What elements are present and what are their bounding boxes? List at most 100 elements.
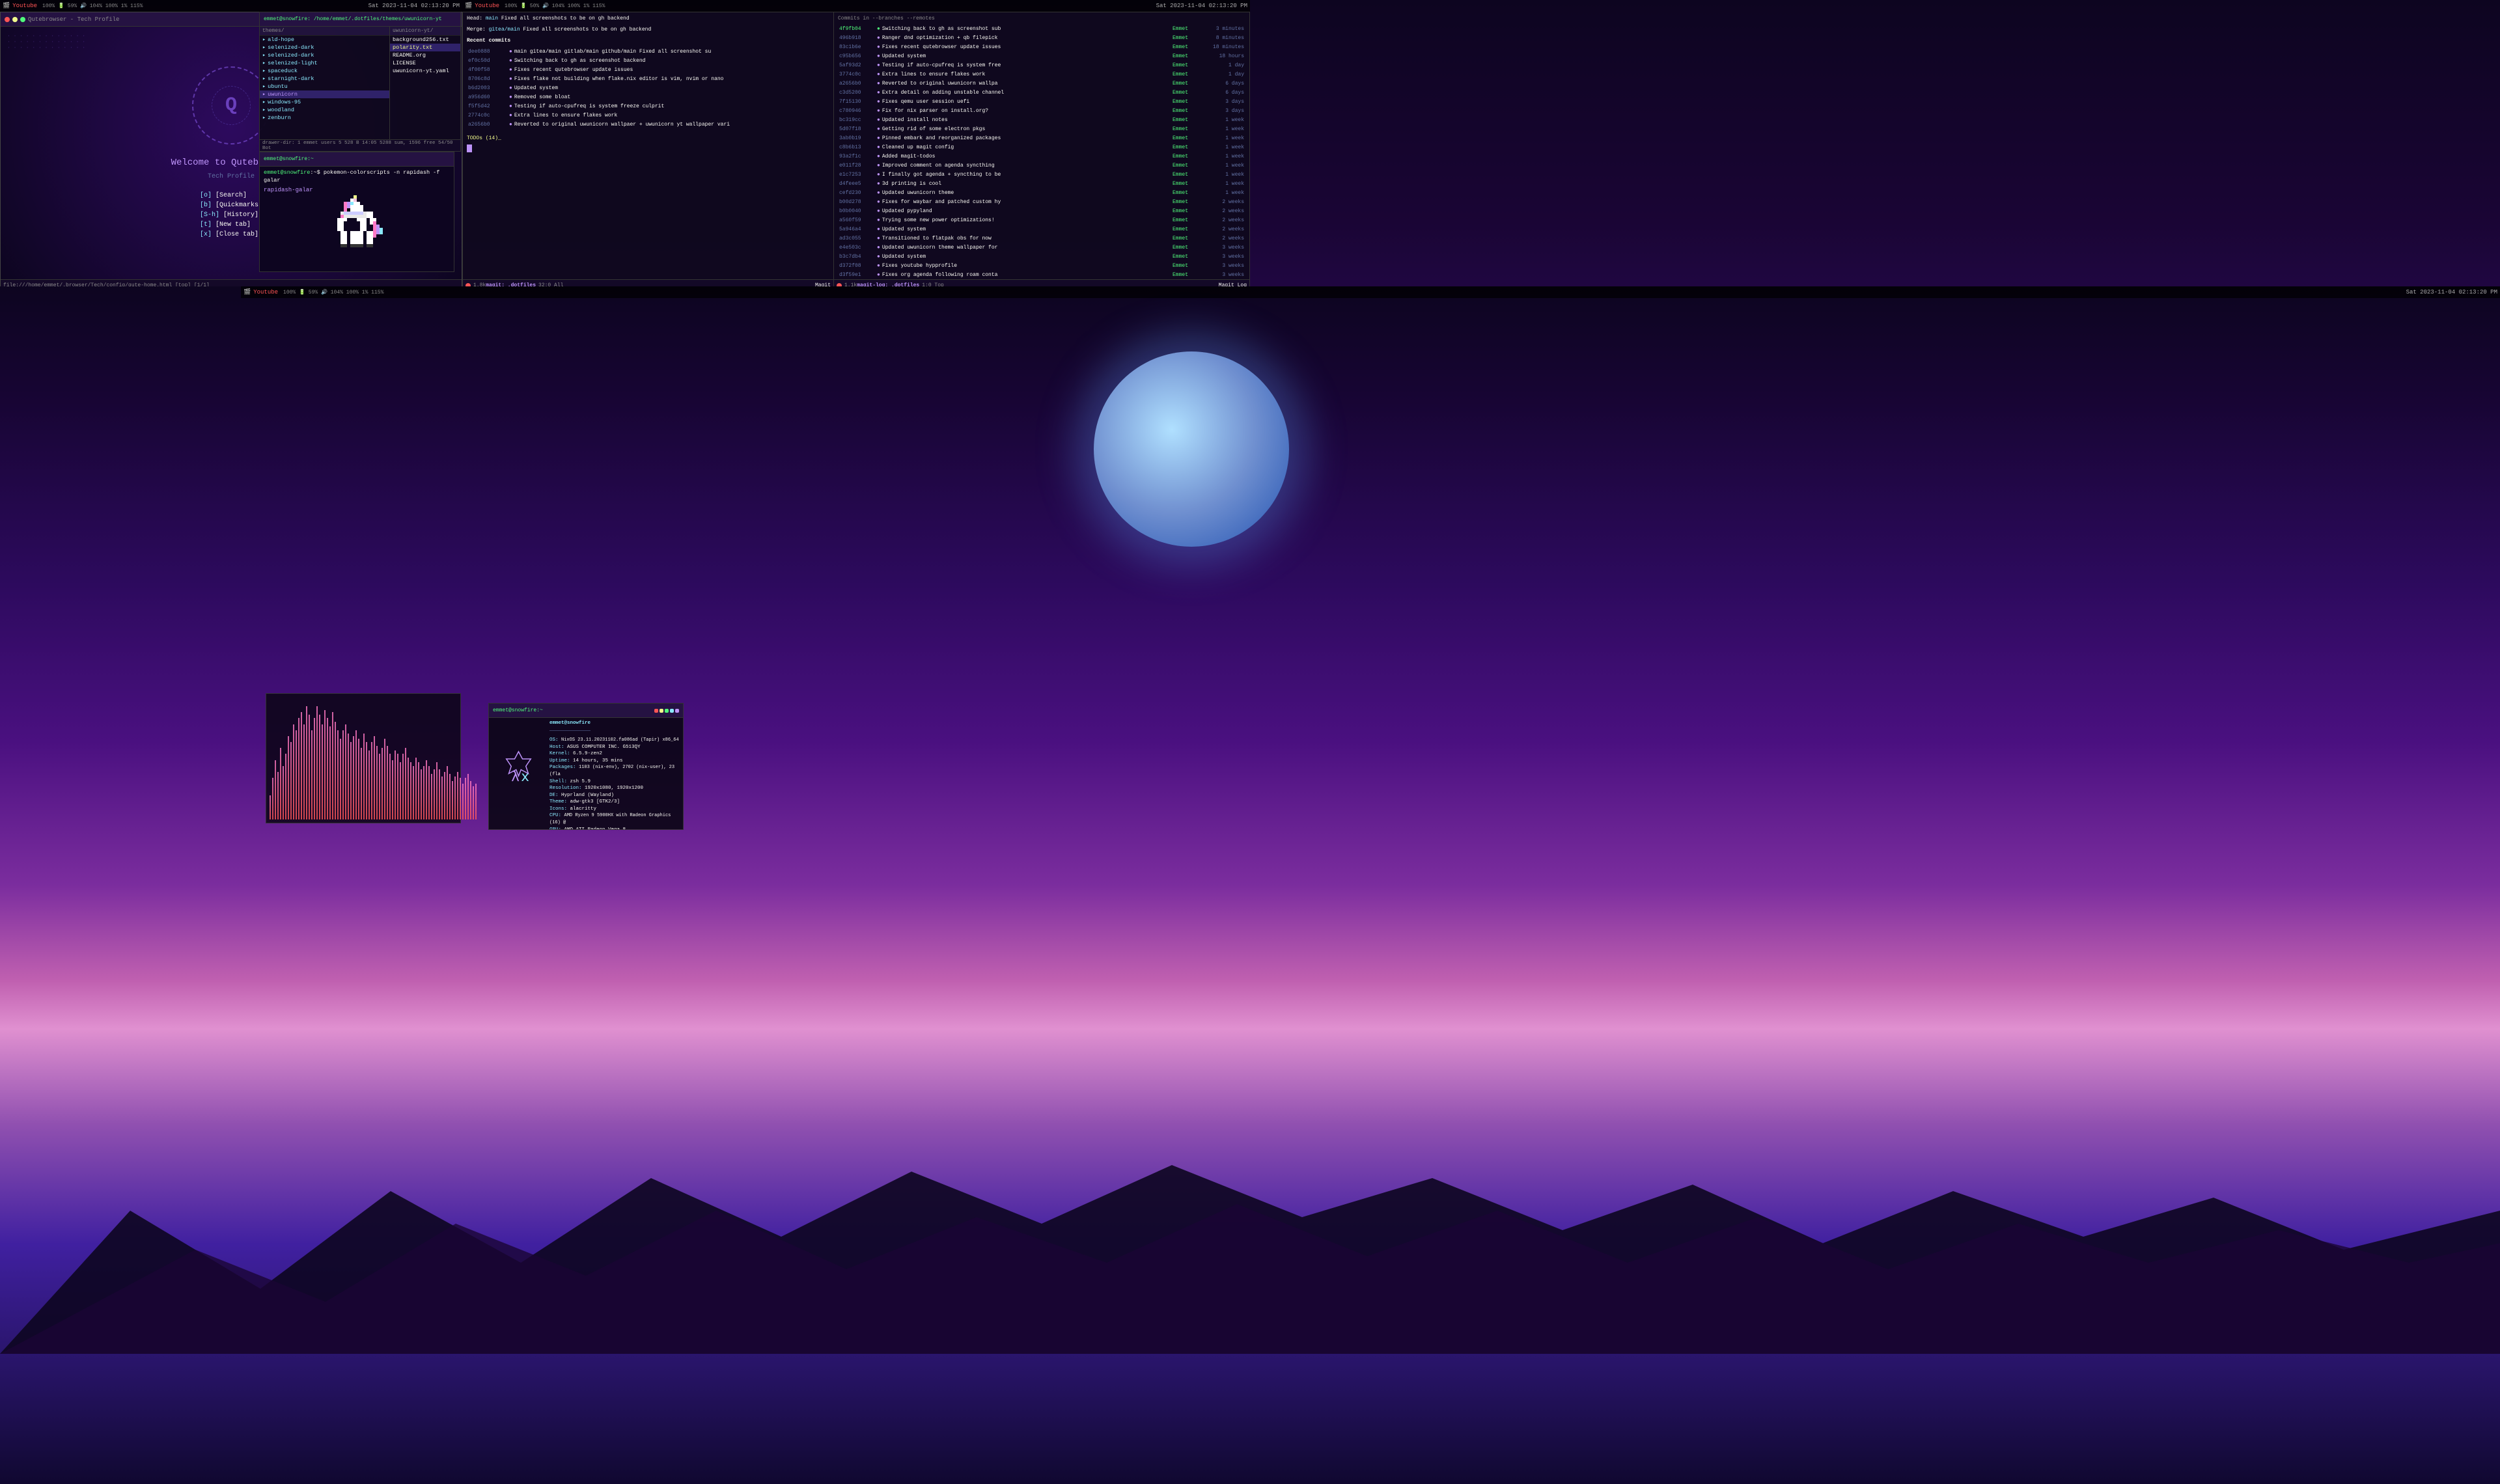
git-cursor [467, 144, 829, 155]
audio-bar [392, 760, 393, 820]
audio-bar [342, 730, 344, 819]
audio-bar [444, 772, 445, 819]
git-log-1: 4f9fb04 ● Switching back to gh as screen… [838, 25, 1245, 34]
audio-bar [348, 734, 349, 819]
git-right-panel: Commits in --branches --remotes 4f9fb04 … [834, 12, 1249, 291]
qute-menu-search[interactable]: [o] [Search] [200, 191, 262, 200]
git-commit-9: a2656b0 ● Reverted to original uwunicorn… [467, 120, 829, 130]
file-background256[interactable]: background256.txt [390, 36, 460, 44]
neofetch-kernel: Kernel: 6.5.9-zen2 [549, 750, 681, 758]
neofetch-user: emmet@snowfire [549, 720, 681, 727]
file-readme[interactable]: README.org [390, 51, 460, 59]
pokemon-window: emmet@snowfire:~ emmet@snowfire:~$ pokem… [259, 152, 454, 272]
git-log-24: ad3c055 ● Transitioned to flatpak obs fo… [838, 234, 1245, 243]
git-log-5: 5af93d2 ● Testing if auto-cpufreq is sys… [838, 61, 1245, 70]
sysbar-right-stats: 100% 🔋 50% 🔊 104% 100% 1% 115% [505, 3, 605, 9]
git-recent-header: Recent commits [467, 37, 829, 44]
audio-bar [467, 774, 469, 819]
sysbar-left-stats: 100% 🔋 59% 🔊 104% 100% 1% 115% [42, 3, 143, 9]
sysbar-left-icon: 🎬 [3, 3, 10, 9]
file-woodland[interactable]: ▸woodland [260, 106, 389, 114]
qute-menu-closetab[interactable]: [x] [Close tab] [200, 230, 262, 240]
audio-bar [376, 746, 378, 819]
file-selenized-light[interactable]: ▸selenized-light [260, 59, 389, 67]
audio-bar [441, 776, 443, 819]
audio-bar [316, 706, 318, 819]
file-spaceduck[interactable]: ▸spaceduck [260, 67, 389, 75]
close-dot[interactable] [5, 17, 10, 22]
audio-bar [457, 772, 458, 819]
files-statusbar: drawer-dir: 1 emmet users 5 528 B 14:05 … [260, 139, 460, 151]
neofetch-titlebar-text: emmet@snowfire:~ [493, 708, 654, 713]
git-log-12: 5d07f18 ● Getting rid of some electron p… [838, 125, 1245, 134]
git-log-22: a560f59 ● Trying some new power optimiza… [838, 216, 1245, 225]
files-right-panel: uwunicorn-yt/ background256.txt polarity… [390, 27, 460, 139]
file-uwunicorn[interactable]: ▸uwunicorn [260, 90, 389, 98]
git-log-11: bc319cc ● Updated install notes Emmet 1 … [838, 116, 1245, 125]
git-log-15: 93a2f1c ● Added magit-todos Emmet 1 week [838, 152, 1245, 161]
git-commit-7: f5f5d42 ● Testing if auto-cpufreq is sys… [467, 102, 829, 111]
git-commit-5: b6d2003 ● Updated system [467, 84, 829, 93]
git-head-section: Head: main Fixed all screenshots to be o… [467, 15, 829, 22]
audio-bar [410, 762, 411, 819]
audio-bar [379, 754, 380, 819]
mountains-svg [0, 1159, 2500, 1354]
qute-subtitle: Tech Profile [208, 173, 255, 180]
file-uwunicorn-yaml[interactable]: uwunicorn-yt.yaml [390, 67, 460, 75]
audio-bar [413, 766, 414, 819]
audio-bar [465, 778, 466, 819]
neofetch-dots [654, 709, 679, 713]
audio-bar [397, 754, 398, 819]
sysbar-bottom-time: Sat 2023-11-04 02:13:20 PM [2406, 289, 2497, 295]
git-merge-section: Merge: gitea/main Fixed all screenshots … [467, 26, 829, 33]
pokemon-name: rapidash-galar [264, 186, 450, 195]
qute-menu-quickmarks[interactable]: [b] [Quickmarks] [200, 200, 262, 210]
audio-bar [470, 781, 471, 819]
file-ubuntu[interactable]: ▸ubuntu [260, 83, 389, 90]
git-log-2: 496b918 ● Ranger dnd optimization + qb f… [838, 34, 1245, 43]
neofetch-resolution: Resolution: 1920x1080, 1920x1200 [549, 785, 681, 792]
neofetch-host: Host: ASUS COMPUTER INC. G513QY [549, 744, 681, 751]
file-starnight-dark[interactable]: ▸starnight-dark [260, 75, 389, 83]
git-commit-6: a956d60 ● Removed some bloat [467, 93, 829, 102]
sysbar-right-time: Sat 2023-11-04 02:13:20 PM [1156, 3, 1247, 9]
file-selenized-dark2[interactable]: ▸selenized-dark [260, 51, 389, 59]
git-commit-1: dee0888 ● main gitea/main gitlab/main gi… [467, 48, 829, 57]
audio-bar [415, 758, 417, 819]
files-titlebar: emmet@snowfire: /home/emmet/.dotfiles/th… [260, 12, 460, 27]
audio-bar [272, 778, 273, 819]
audio-bar [366, 742, 367, 819]
audio-bar [436, 762, 438, 819]
audio-bar [475, 784, 477, 819]
git-log-27: d372f08 ● Fixes youtube hypprofile Emmet… [838, 262, 1245, 271]
audio-bar [327, 718, 328, 819]
files-titlebar-text: emmet@snowfire: /home/emmet/.dotfiles/th… [264, 16, 456, 22]
audio-bar [374, 736, 375, 819]
audio-bar [428, 766, 430, 819]
file-ald-hope[interactable]: ▸ald-hope [260, 36, 389, 44]
max-dot[interactable] [20, 17, 25, 22]
audio-bar [296, 730, 297, 819]
git-log-8: c3d5200 ● Extra detail on adding unstabl… [838, 89, 1245, 98]
pokemon-content: emmet@snowfire:~$ pokemon-colorscripts -… [260, 167, 454, 271]
audio-bar [439, 769, 440, 819]
audio-bar [454, 776, 456, 819]
file-polarity[interactable]: polarity.txt [390, 44, 460, 51]
qute-menu-history[interactable]: [S-h] [History] [200, 210, 262, 220]
file-zenburn[interactable]: ▸zenburn [260, 114, 389, 122]
git-log-13: 3ab0b19 ● Pinned embark and reorganized … [838, 134, 1245, 143]
files-body: themes/ ▸ald-hope ▸selenized-dark ▸selen… [260, 27, 460, 139]
file-selenized-dark1[interactable]: ▸selenized-dark [260, 44, 389, 51]
audio-bar [405, 748, 406, 819]
qute-menu-newtab[interactable]: [t] [New tab] [200, 220, 262, 230]
audio-bar [368, 750, 370, 819]
audio-bar [400, 762, 401, 819]
file-license[interactable]: LICENSE [390, 59, 460, 67]
sysbar-right-title: Youtube [475, 3, 499, 9]
min-dot[interactable] [12, 17, 18, 22]
sysbar-bottom-icon: 🎬 [243, 289, 251, 295]
audio-bar [285, 754, 286, 819]
file-windows-95[interactable]: ▸windows-95 [260, 98, 389, 106]
audio-bar [389, 754, 391, 819]
pokemon-art [264, 195, 450, 260]
